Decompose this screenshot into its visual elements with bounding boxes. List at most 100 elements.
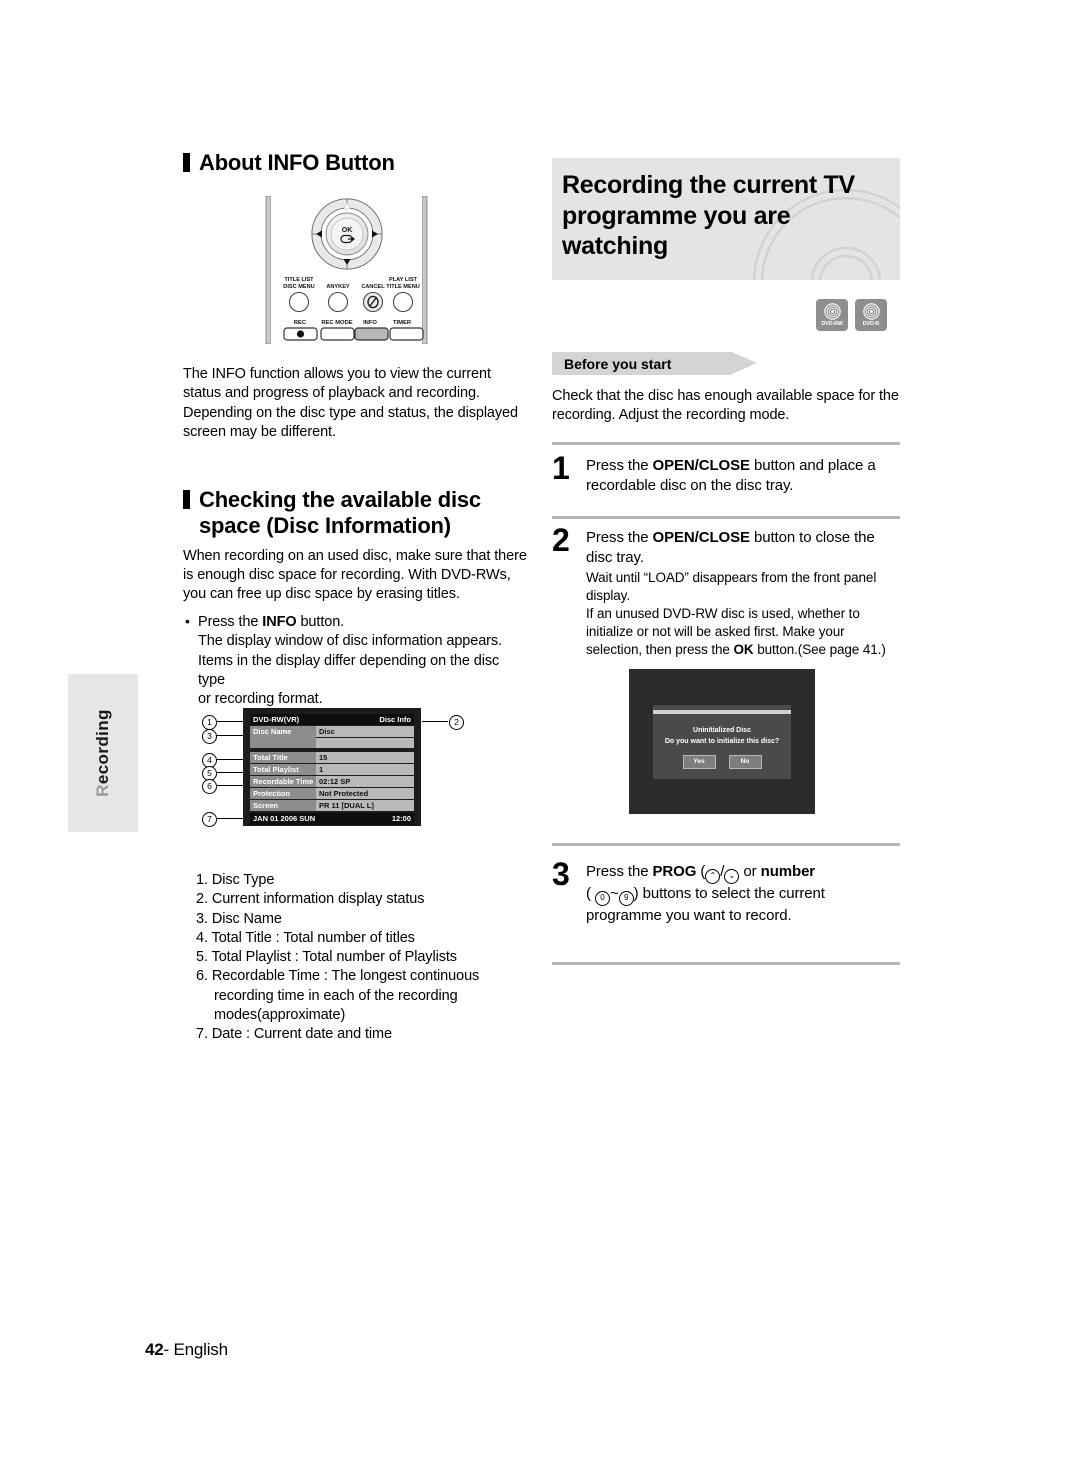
title-menu-button <box>392 291 414 313</box>
anykey-button <box>327 291 349 313</box>
screen-label: Screen <box>250 800 316 811</box>
disc-info-row-total-title: Total Title 15 <box>250 752 414 763</box>
manual-page: Recording About INFO Button OK TITLE LIS… <box>0 0 1080 1470</box>
recordable-time-value: 02:12 SP <box>316 776 414 787</box>
before-you-start-label: Before you start <box>552 352 732 375</box>
disc-name-value: Disc <box>316 726 414 737</box>
divider-3 <box>552 843 900 846</box>
total-playlist-label: Total Playlist <box>250 764 316 775</box>
legend-item-2: 2. Current information display status <box>196 891 425 908</box>
bullet-bold: INFO <box>262 614 297 630</box>
disc-info-row-screen: Screen PR 11 [DUAL L] <box>250 800 414 811</box>
sidebar-chapter-label: Recording <box>93 709 112 797</box>
badge-label-dvd-r: DVD-R <box>862 321 880 327</box>
bullet-item: Press the INFO button. The display windo… <box>183 612 528 709</box>
disc-info-legend-list: 1. Disc Type 2. Current information disp… <box>196 871 526 1045</box>
legend-item-6-cont1: recording time in each of the recording <box>214 987 458 1004</box>
callout-1: 1 <box>202 715 217 730</box>
step-3-bold: PROG <box>652 863 697 880</box>
step-3-tilde: ~ <box>609 885 619 902</box>
svg-text:ANYKEY: ANYKEY <box>326 284 350 290</box>
heading-bar-icon <box>183 153 190 172</box>
callout-7: 7 <box>202 812 217 827</box>
prog-down-key-icon: ⌄ <box>724 869 740 884</box>
disc-compat-badges: DVD-RW DVD-R <box>816 299 887 331</box>
callout-line-1 <box>216 721 244 722</box>
ok-label: OK <box>342 227 353 234</box>
dialog-no-button[interactable]: No <box>728 755 762 769</box>
protection-value: Not Protected <box>316 788 414 799</box>
step-2-sub2-bold: OK <box>733 641 754 657</box>
bullet-line2: The display window of disc information a… <box>198 633 502 650</box>
step-2: 2 Press the OPEN/CLOSE button to close t… <box>552 524 900 659</box>
step-3: 3 Press the PROG (⌃ / ⌄ or number ( 0 ~9) b… <box>552 858 900 926</box>
callout-line-5 <box>216 772 244 773</box>
timer-button <box>389 327 424 341</box>
callout-3: 3 <box>202 729 217 744</box>
bullet-line4: or recording format. <box>198 691 323 708</box>
legend-item-1: 1. Disc Type <box>196 872 275 888</box>
dialog-message: Do you want to initialize this disc? <box>664 738 780 745</box>
total-title-label: Total Title <box>250 752 316 763</box>
legend-item-3: 3. Disc Name <box>196 910 282 927</box>
left-column: About INFO Button <box>183 150 523 182</box>
page-footer: 42- English <box>145 1340 228 1360</box>
divider-1 <box>552 442 900 445</box>
sidebar-chapter-tab: Recording <box>68 674 138 832</box>
disc-info-footer: JAN 01 2006 SUN 12:00 <box>250 813 414 825</box>
protection-label: Protection <box>250 788 316 799</box>
step-3-pre: Press the <box>586 863 653 880</box>
heading-text-line1: Checking the available disc <box>199 487 481 512</box>
dialog-yes-button[interactable]: Yes <box>682 755 716 769</box>
disc-info-screen-figure: DVD-RW(VR) Disc Info Disc Name Disc Tota… <box>243 708 421 826</box>
callout-line-6 <box>216 785 244 786</box>
screen-value: PR 11 [DUAL L] <box>316 800 414 811</box>
callout-line-7 <box>216 818 244 819</box>
step-2-sub1: Wait until “LOAD” disappears from the fr… <box>586 570 877 603</box>
before-you-start-body-wrap: Check that the disc has enough available… <box>552 387 900 430</box>
disc-info-date: JAN 01 2006 SUN <box>253 814 316 823</box>
step-2-sub2: If an unused DVD-RW disc is used, whethe… <box>586 605 900 659</box>
legend-item-5: 5. Total Playlist : Total number of Play… <box>196 949 457 966</box>
divider-4 <box>552 962 900 965</box>
bullet-tail: button. <box>296 614 345 630</box>
callout-line-3 <box>216 735 244 736</box>
prog-up-key-icon: ⌃ <box>705 869 721 884</box>
disc-info-callout-right: 2 <box>422 708 472 738</box>
total-playlist-value: 1 <box>316 764 414 775</box>
svg-text:REC: REC <box>294 320 307 326</box>
svg-text:CANCEL: CANCEL <box>361 284 385 290</box>
heading-text: About INFO Button <box>199 150 395 175</box>
total-title-value: 15 <box>316 752 414 763</box>
callout-6: 6 <box>202 779 217 794</box>
checking-space-body: When recording on an used disc, make sur… <box>183 547 527 603</box>
callout-2: 2 <box>449 715 464 730</box>
step-3-or: or <box>739 863 761 880</box>
disc-info-time: 12:00 <box>391 814 411 823</box>
disc-info-header: DVD-RW(VR) Disc Info <box>250 714 414 725</box>
disc-menu-button <box>288 291 310 313</box>
badge-dvd-r: DVD-R <box>855 299 887 331</box>
right-header-band: Recording the current TV programme you a… <box>552 158 900 280</box>
disc-name-value-blank <box>316 738 414 748</box>
step-3-bold2: number <box>760 863 816 880</box>
bullet-lead: Press the <box>198 614 263 630</box>
disc-info-row-disc-name: Disc Name Disc <box>250 726 414 748</box>
disc-info-disc-type: DVD-RW(VR) <box>253 715 300 724</box>
svg-text:TIMER: TIMER <box>393 320 412 326</box>
banner-arrow-icon <box>732 352 757 374</box>
about-info-body-wrap: The INFO function allows you to view the… <box>183 365 523 446</box>
step-2-sub2-post: button.(See page 41.) <box>753 641 886 657</box>
before-you-start-body: Check that the disc has enough available… <box>552 388 899 424</box>
step-1-pre: Press the <box>586 457 653 474</box>
footer-dash: - <box>163 1340 174 1359</box>
legend-item-6-cont2: modes(approximate) <box>214 1006 346 1023</box>
disc-icon <box>823 303 841 320</box>
svg-text:INFO: INFO <box>363 320 377 326</box>
uninitialized-disc-dialog-figure: Uninitialized Disc Do you want to initia… <box>629 669 815 814</box>
svg-text:DISC MENU: DISC MENU <box>283 284 314 290</box>
disc-name-label: Disc Name <box>250 726 316 748</box>
footer-language: English <box>173 1340 229 1359</box>
number-zero-key-icon: 0 <box>594 891 610 906</box>
section-heading-about-info: About INFO Button <box>183 150 523 176</box>
